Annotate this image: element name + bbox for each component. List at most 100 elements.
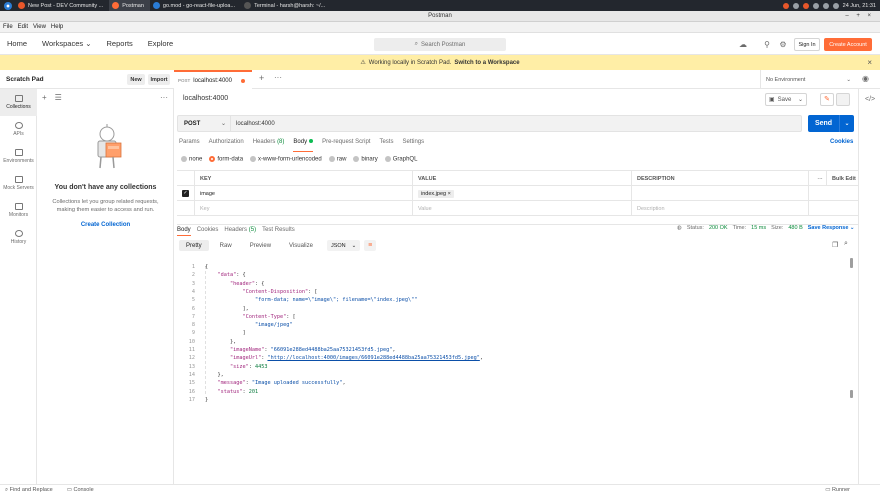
create-account-button[interactable]: Create Account: [824, 38, 872, 51]
row-checkbox[interactable]: ✓: [177, 186, 195, 201]
wrap-lines-icon[interactable]: ≡: [364, 240, 377, 251]
new-tab-icon[interactable]: +: [259, 73, 264, 83]
rail-apis[interactable]: APIs: [0, 116, 37, 143]
value-input[interactable]: Value: [413, 201, 632, 216]
taskbar-task[interactable]: Terminal - harsh@harsh: ~/...: [241, 0, 331, 11]
cloud-sync-icon[interactable]: ☁: [738, 40, 748, 49]
request-tab[interactable]: POST localhost:4000: [174, 70, 252, 89]
menu-item-view[interactable]: View: [33, 24, 46, 30]
os-menu-icon[interactable]: [4, 1, 12, 10]
code-icon[interactable]: </>: [865, 96, 875, 103]
body-type-raw[interactable]: raw: [328, 156, 346, 163]
window-controls[interactable]: – + ×: [845, 11, 874, 22]
runner-button[interactable]: ▭ Runner: [825, 487, 850, 493]
eye-icon[interactable]: ◉: [862, 74, 869, 83]
switch-workspace-link[interactable]: Switch to a Workspace: [454, 60, 519, 66]
request-name[interactable]: localhost:4000: [183, 95, 228, 102]
tray-app-icon[interactable]: [782, 2, 789, 9]
scrollbar-thumb[interactable]: [850, 258, 853, 268]
tray-app-icon[interactable]: [802, 2, 809, 9]
rail-collections[interactable]: Collections: [0, 89, 37, 116]
save-button[interactable]: ▣ Save ⌄: [765, 93, 807, 106]
bulk-edit-link[interactable]: Bulk Edit: [827, 171, 858, 186]
menu-item-edit[interactable]: Edit: [18, 24, 28, 30]
view-pretty[interactable]: Pretty: [179, 240, 209, 251]
tab-settings[interactable]: Settings: [402, 139, 424, 152]
view-visualize[interactable]: Visualize: [282, 240, 320, 251]
import-button[interactable]: Import: [148, 74, 170, 85]
time-value[interactable]: 15 ms: [751, 225, 766, 231]
body-type-x-www-form-urlencoded[interactable]: x-www-form-urlencoded: [250, 156, 322, 163]
globe-icon[interactable]: ◍: [677, 225, 682, 231]
rail-mock-servers[interactable]: Mock Servers: [0, 170, 37, 197]
plus-icon[interactable]: +: [42, 93, 47, 102]
more-icon[interactable]: ···: [274, 73, 282, 82]
documentation-icon[interactable]: [836, 93, 850, 106]
tab-params[interactable]: Params: [179, 139, 200, 152]
method-select[interactable]: POST ⌄: [178, 116, 231, 131]
scrollbar-thumb[interactable]: [850, 390, 853, 398]
environment-select[interactable]: No Environment ⌄: [760, 70, 856, 89]
close-icon[interactable]: ×: [867, 58, 872, 67]
battery-icon[interactable]: [832, 2, 839, 9]
body-type-graphql[interactable]: GraphQL: [384, 156, 417, 163]
tab-authorization[interactable]: Authorization: [209, 139, 244, 152]
view-raw[interactable]: Raw: [213, 240, 239, 251]
nav-reports[interactable]: Reports: [107, 39, 133, 48]
nav-home[interactable]: Home: [7, 39, 27, 48]
tray-app-icon[interactable]: [792, 2, 799, 9]
copy-icon[interactable]: ❐: [832, 241, 838, 249]
sign-in-button[interactable]: Sign In: [794, 38, 820, 51]
nav-workspaces[interactable]: Workspaces ⌄: [42, 39, 92, 48]
cookies-link[interactable]: Cookies: [830, 139, 853, 145]
description-cell[interactable]: [632, 186, 809, 201]
rail-environments[interactable]: Environments: [0, 143, 37, 170]
response-tab-body[interactable]: Body: [177, 225, 191, 236]
description-input[interactable]: Description: [632, 201, 809, 216]
body-type-binary[interactable]: binary: [353, 156, 378, 163]
key-cell[interactable]: image: [195, 186, 413, 201]
rail-history[interactable]: History: [0, 224, 37, 251]
key-input[interactable]: Key: [195, 201, 413, 216]
body-type-none[interactable]: none: [181, 156, 202, 163]
chevron-down-icon[interactable]: ⌄: [798, 96, 803, 103]
chevron-down-icon[interactable]: ⌄: [840, 120, 854, 127]
tab-pre-request-script[interactable]: Pre-request Script: [322, 139, 370, 152]
response-body-editor[interactable]: 1{2 "data": {3 "header": {4 "Content-Dis…: [177, 256, 853, 478]
wifi-icon[interactable]: [812, 2, 819, 9]
edit-icon[interactable]: ✎: [820, 93, 834, 106]
nav-explore[interactable]: Explore: [148, 39, 173, 48]
taskbar-task[interactable]: go.mod - go-react-file-uploa...: [150, 0, 241, 11]
menu-item-file[interactable]: File: [3, 24, 13, 30]
search-bar[interactable]: ⌕ Search Postman: [374, 38, 506, 51]
menu-item-help[interactable]: Help: [51, 24, 63, 30]
more-icon[interactable]: ···: [160, 93, 168, 102]
response-tab-cookies[interactable]: Cookies: [197, 225, 219, 236]
tab-tests[interactable]: Tests: [379, 139, 393, 152]
response-tab-test-results[interactable]: Test Results: [262, 225, 295, 236]
tab-body[interactable]: Body: [293, 139, 314, 152]
rail-monitors[interactable]: Monitors: [0, 197, 37, 224]
volume-icon[interactable]: [822, 2, 829, 9]
format-select[interactable]: JSON ⌄: [326, 240, 361, 251]
value-cell[interactable]: index.jpeg ×: [413, 186, 632, 201]
taskbar-task[interactable]: Postman: [109, 0, 150, 11]
filter-icon[interactable]: ☰: [55, 93, 62, 102]
status-value[interactable]: 200 OK: [709, 225, 728, 231]
satellite-icon[interactable]: ⚲: [762, 40, 772, 49]
settings-icon[interactable]: ⚙: [778, 40, 788, 49]
tab-headers[interactable]: Headers (8): [253, 139, 285, 152]
search-icon[interactable]: ⌕: [844, 240, 848, 248]
image-url-link[interactable]: "http://localhost:4000/images/66091e288e…: [267, 355, 479, 361]
response-tab-headers[interactable]: Headers (5): [224, 225, 256, 236]
url-input[interactable]: localhost:4000: [231, 121, 275, 127]
console-button[interactable]: ▭ Console: [67, 487, 94, 493]
find-replace-button[interactable]: ⌕ Find and Replace: [5, 487, 53, 494]
size-value[interactable]: 480 B: [788, 225, 802, 231]
clock[interactable]: 24 Jun, 21:31: [843, 3, 876, 9]
remove-file-icon[interactable]: ×: [448, 191, 451, 197]
save-response-button[interactable]: Save Response ⌄: [808, 225, 855, 231]
body-type-form-data[interactable]: form-data: [209, 156, 243, 163]
more-icon[interactable]: ···: [809, 171, 827, 186]
new-button[interactable]: New: [127, 74, 145, 85]
